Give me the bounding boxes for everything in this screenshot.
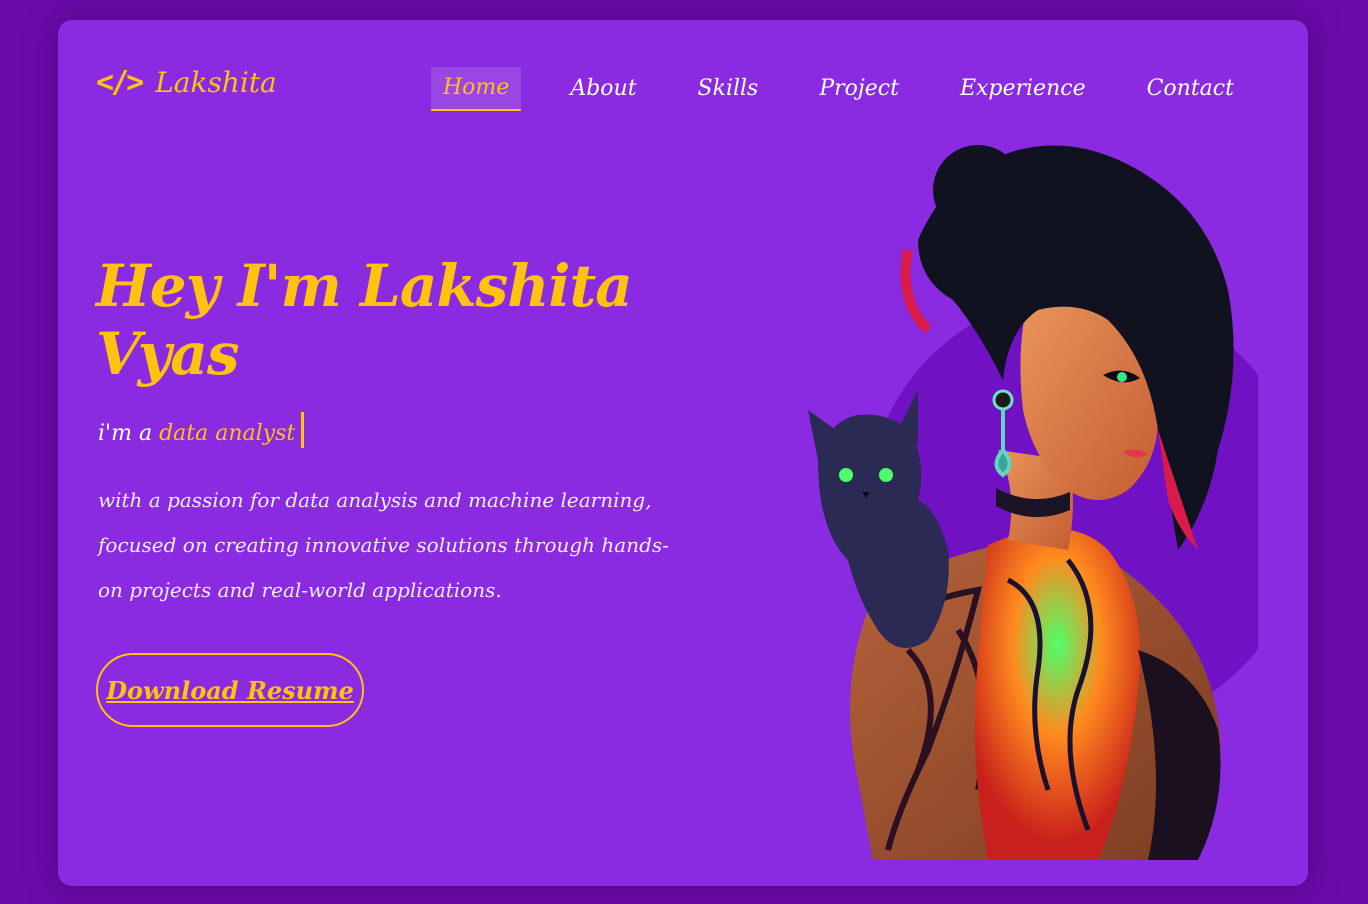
hero-title: Hey I'm Lakshita Vyas xyxy=(96,252,633,388)
logo[interactable]: </> Lakshita xyxy=(96,68,277,98)
nav-item-project[interactable]: Project xyxy=(807,68,911,110)
hero-card: </> Lakshita Home About Skills Project E… xyxy=(58,20,1308,886)
role-line: i'm a data analyst xyxy=(98,412,305,452)
nav-item-skills[interactable]: Skills xyxy=(686,68,771,110)
nav-item-contact[interactable]: Contact xyxy=(1135,68,1246,110)
role-prefix: i'm a xyxy=(98,421,153,446)
woman-with-cat-illustration xyxy=(808,145,1258,860)
main-nav: Home About Skills Project Experience Con… xyxy=(431,67,1246,112)
code-icon: </> xyxy=(96,65,144,100)
typing-cursor xyxy=(301,412,305,448)
nav-item-home[interactable]: Home xyxy=(431,67,522,112)
nav-item-experience[interactable]: Experience xyxy=(948,68,1098,110)
download-resume-button[interactable]: Download Resume xyxy=(96,653,364,727)
nav-item-about[interactable]: About xyxy=(558,68,648,110)
role-highlight: data analyst xyxy=(159,421,296,446)
logo-text: Lakshita xyxy=(155,66,277,99)
hero-description: with a passion for data analysis and mac… xyxy=(98,488,669,602)
